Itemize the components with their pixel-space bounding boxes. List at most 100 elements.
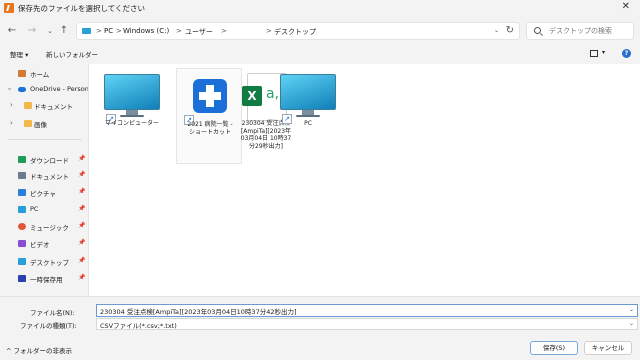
filename-input[interactable] (100, 306, 620, 316)
sidebar-item-label: デスクトップ (30, 259, 69, 267)
organize-button[interactable]: 整理 ▾ (10, 49, 28, 59)
sidebar-item-onedrive-images[interactable]: › 画像 (0, 116, 88, 132)
sidebar-item-label: ビデオ (30, 241, 50, 249)
breadcrumb-separator: > (116, 27, 122, 35)
chevron-right-icon[interactable]: › (10, 101, 13, 109)
pc-icon (82, 28, 91, 34)
breadcrumb-desktop[interactable]: デスクトップ (274, 27, 316, 37)
folder-icon (24, 120, 32, 127)
pin-icon: 📌 (78, 188, 86, 195)
sidebar-divider (8, 139, 82, 140)
pin-icon: 📌 (78, 155, 86, 162)
new-folder-button[interactable]: 新しいフォルダー (46, 49, 98, 59)
navigation-bar: ← → ⌄ ↑ > PC > Windows (C:) > ユーザー > > デ… (0, 16, 640, 46)
pictures-icon (18, 189, 26, 196)
monitor-icon (280, 74, 336, 110)
filename-field[interactable]: ⌄ (96, 304, 638, 317)
sidebar-item-music[interactable]: ミュージック 📌 (0, 219, 88, 235)
address-bar[interactable]: > PC > Windows (C:) > ユーザー > > デスクトップ ⌄ … (76, 22, 520, 40)
medical-cross-icon (193, 79, 227, 113)
breadcrumb-separator: > (221, 27, 227, 35)
breadcrumb-pc[interactable]: PC (104, 27, 113, 35)
sidebar-item-home[interactable]: ホーム (0, 66, 88, 82)
search-icon (534, 27, 541, 34)
window-title: 保存先のファイルを選択してください (18, 4, 146, 13)
monitor-base (296, 115, 320, 117)
sidebar-item-temp-storage[interactable]: 一時保存用 📌 (0, 271, 88, 287)
sidebar-item-downloads[interactable]: ダウンロード 📌 (0, 152, 88, 168)
title-bar: 保存先のファイルを選択してください ✕ (0, 0, 640, 16)
pin-icon: 📌 (78, 222, 86, 229)
save-button[interactable]: 保存(S) (530, 341, 578, 355)
pin-icon: 📌 (78, 205, 86, 212)
sidebar-item-label: ピクチャ (30, 190, 56, 198)
excel-badge: X (242, 86, 262, 106)
breadcrumb-separator: > (96, 27, 102, 35)
sidebar-item-label: OneDrive - Persona (30, 85, 93, 93)
file-item-pc[interactable]: ↗ PC (275, 68, 341, 164)
folder-icon (24, 102, 32, 109)
filetype-label: ファイルの種類(T): (20, 322, 77, 330)
breadcrumb-windows-c[interactable]: Windows (C:) (123, 27, 169, 35)
chevron-down-icon[interactable]: ⌄ (629, 306, 634, 313)
search-box[interactable] (526, 22, 634, 40)
pc-icon (18, 206, 26, 213)
sidebar-item-videos[interactable]: ビデオ 📌 (0, 236, 88, 252)
file-label: マイコンピューター (104, 120, 159, 127)
desktop-icon (18, 258, 26, 265)
view-dropdown-icon[interactable]: ▾ (602, 49, 605, 56)
file-item-my-computer[interactable]: ↗ マイコンピューター (99, 68, 165, 164)
monitor-icon (104, 74, 160, 110)
breadcrumb-users[interactable]: ユーザー (185, 27, 213, 37)
sidebar-item-label: ホーム (30, 71, 50, 79)
search-input[interactable] (549, 25, 631, 37)
sidebar-item-label: ドキュメント (34, 103, 73, 111)
chevron-right-icon[interactable]: › (10, 119, 13, 127)
save-form: ファイル名(N): ⌄ ファイルの種類(T): CSVファイル(*.csv;*.… (0, 296, 640, 360)
navigation-pane: ホーム › OneDrive - Persona › ドキュメント › 画像 ダ… (0, 64, 93, 296)
download-icon (18, 156, 26, 163)
pin-icon: 📌 (78, 239, 86, 246)
cloud-icon (18, 87, 26, 92)
chevron-down-icon[interactable]: › (5, 88, 13, 91)
up-arrow-icon[interactable]: ↑ (58, 25, 70, 36)
sidebar-item-desktop[interactable]: デスクトップ 📌 (0, 254, 88, 270)
monitor-base (120, 115, 144, 117)
sidebar-item-label: ダウンロード (30, 157, 69, 165)
sidebar-item-label: PC (30, 205, 39, 213)
chevron-down-icon[interactable]: ⌄ (629, 320, 634, 327)
sidebar-item-pc[interactable]: PC 📌 (0, 202, 88, 218)
filetype-value: CSVファイル(*.csv;*.txt) (100, 322, 177, 330)
filetype-select[interactable]: CSVファイル(*.csv;*.txt) ⌄ (96, 318, 638, 330)
sidebar-item-onedrive[interactable]: › OneDrive - Persona (0, 82, 92, 98)
documents-icon (18, 172, 26, 179)
sidebar-item-documents[interactable]: ドキュメント 📌 (0, 168, 88, 184)
app-icon (4, 3, 14, 13)
home-icon (18, 70, 26, 77)
forward-arrow-icon[interactable]: → (26, 25, 38, 36)
refresh-icon[interactable]: ↻ (506, 25, 514, 36)
recent-locations-chevron-icon[interactable]: ⌄ (44, 27, 56, 35)
breadcrumb-separator: > (176, 27, 182, 35)
file-label: PC (304, 120, 312, 127)
view-mode-icon[interactable] (590, 50, 598, 57)
sidebar-item-pictures[interactable]: ピクチャ 📌 (0, 185, 88, 201)
sidebar-item-label: 一時保存用 (30, 276, 63, 284)
pin-icon: 📌 (78, 274, 86, 281)
help-icon[interactable]: ? (622, 49, 631, 58)
videos-icon (18, 240, 26, 247)
address-dropdown-icon[interactable]: ⌄ (494, 27, 499, 34)
close-icon[interactable]: ✕ (622, 1, 630, 12)
file-list: ↗ マイコンピューター ↗ 2021 病院一覧 - ショートカット X a, 2… (88, 64, 640, 296)
back-arrow-icon[interactable]: ← (6, 25, 18, 36)
command-toolbar: 整理 ▾ 新しいフォルダー ▾ ? (0, 46, 640, 62)
filename-label: ファイル名(N): (30, 309, 75, 317)
sidebar-item-onedrive-documents[interactable]: › ドキュメント (0, 98, 88, 114)
pin-icon: 📌 (78, 257, 86, 264)
hide-folders-toggle[interactable]: ^ フォルダーの非表示 (6, 345, 72, 355)
folder-icon (18, 275, 26, 282)
music-icon (18, 223, 26, 230)
cancel-button[interactable]: キャンセル (584, 341, 632, 355)
sidebar-item-label: ドキュメント (30, 173, 69, 181)
breadcrumb-separator: > (266, 27, 272, 35)
